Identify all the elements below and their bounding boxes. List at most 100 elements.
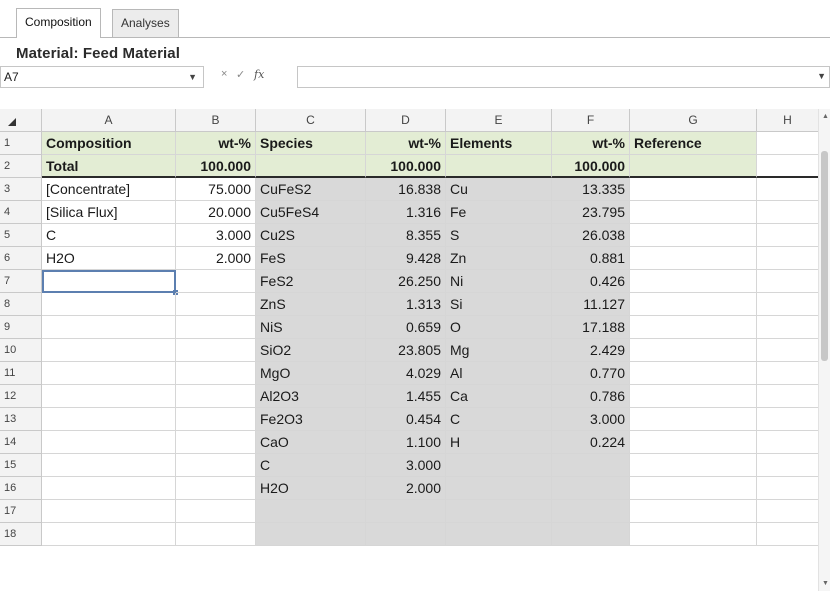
scroll-down-icon[interactable]: ▼ <box>822 580 829 587</box>
cell-a8[interactable] <box>42 293 176 316</box>
cell-h11[interactable] <box>757 362 819 385</box>
cell-b6[interactable]: 2.000 <box>176 247 256 270</box>
cell-f14[interactable]: 0.224 <box>552 431 630 454</box>
cell-d8[interactable]: 1.313 <box>366 293 446 316</box>
cell-e8[interactable]: Si <box>446 293 552 316</box>
column-header-e[interactable]: E <box>446 109 552 132</box>
cell-c11[interactable]: MgO <box>256 362 366 385</box>
cell-b18[interactable] <box>176 523 256 546</box>
cell-b8[interactable] <box>176 293 256 316</box>
cell-g5[interactable] <box>630 224 757 247</box>
cell-f12[interactable]: 0.786 <box>552 385 630 408</box>
cancel-icon[interactable]: × <box>221 68 227 80</box>
cell-d2[interactable]: 100.000 <box>366 155 446 178</box>
row-header[interactable]: 18 <box>0 523 42 546</box>
cell-c7[interactable]: FeS2 <box>256 270 366 293</box>
cell-c16[interactable]: H2O <box>256 477 366 500</box>
row-header[interactable]: 16 <box>0 477 42 500</box>
cell-c18[interactable] <box>256 523 366 546</box>
cell-d9[interactable]: 0.659 <box>366 316 446 339</box>
cell-g8[interactable] <box>630 293 757 316</box>
cell-d17[interactable] <box>366 500 446 523</box>
cell-g10[interactable] <box>630 339 757 362</box>
cell-c10[interactable]: SiO2 <box>256 339 366 362</box>
row-header[interactable]: 9 <box>0 316 42 339</box>
cell-b11[interactable] <box>176 362 256 385</box>
cell-b10[interactable] <box>176 339 256 362</box>
cell-b5[interactable]: 3.000 <box>176 224 256 247</box>
cell-f8[interactable]: 11.127 <box>552 293 630 316</box>
cell-c3[interactable]: CuFeS2 <box>256 178 366 201</box>
cell-g2[interactable] <box>630 155 757 178</box>
cell-h9[interactable] <box>757 316 819 339</box>
cell-a2[interactable]: Total <box>42 155 176 178</box>
cell-a18[interactable] <box>42 523 176 546</box>
cell-g12[interactable] <box>630 385 757 408</box>
cell-c8[interactable]: ZnS <box>256 293 366 316</box>
cell-c1[interactable]: Species <box>256 132 366 155</box>
cell-a15[interactable] <box>42 454 176 477</box>
cell-f15[interactable] <box>552 454 630 477</box>
cell-f18[interactable] <box>552 523 630 546</box>
select-all-corner[interactable] <box>0 109 42 132</box>
cell-d15[interactable]: 3.000 <box>366 454 446 477</box>
row-header[interactable]: 4 <box>0 201 42 224</box>
cell-b9[interactable] <box>176 316 256 339</box>
cell-a9[interactable] <box>42 316 176 339</box>
row-header[interactable]: 3 <box>0 178 42 201</box>
cell-d1[interactable]: wt-% <box>366 132 446 155</box>
select-all-icon[interactable] <box>8 118 16 126</box>
cell-c9[interactable]: NiS <box>256 316 366 339</box>
cell-e17[interactable] <box>446 500 552 523</box>
cell-d14[interactable]: 1.100 <box>366 431 446 454</box>
cell-d16[interactable]: 2.000 <box>366 477 446 500</box>
cell-h8[interactable] <box>757 293 819 316</box>
cell-a13[interactable] <box>42 408 176 431</box>
cell-g9[interactable] <box>630 316 757 339</box>
cell-e18[interactable] <box>446 523 552 546</box>
cell-g11[interactable] <box>630 362 757 385</box>
cell-d11[interactable]: 4.029 <box>366 362 446 385</box>
cell-d12[interactable]: 1.455 <box>366 385 446 408</box>
column-header-c[interactable]: C <box>256 109 366 132</box>
tab-analyses[interactable]: Analyses <box>112 9 179 37</box>
cell-d18[interactable] <box>366 523 446 546</box>
cell-g7[interactable] <box>630 270 757 293</box>
cell-e6[interactable]: Zn <box>446 247 552 270</box>
column-header-f[interactable]: F <box>552 109 630 132</box>
name-box[interactable]: A7 ▼ <box>0 66 204 88</box>
cell-c2[interactable] <box>256 155 366 178</box>
cell-c5[interactable]: Cu2S <box>256 224 366 247</box>
cell-e4[interactable]: Fe <box>446 201 552 224</box>
row-header[interactable]: 7 <box>0 270 42 293</box>
cell-d4[interactable]: 1.316 <box>366 201 446 224</box>
cell-d3[interactable]: 16.838 <box>366 178 446 201</box>
column-header-b[interactable]: B <box>176 109 256 132</box>
cell-c15[interactable]: C <box>256 454 366 477</box>
cell-e10[interactable]: Mg <box>446 339 552 362</box>
cell-h3[interactable] <box>757 178 819 201</box>
cell-f17[interactable] <box>552 500 630 523</box>
cell-e11[interactable]: Al <box>446 362 552 385</box>
cell-h4[interactable] <box>757 201 819 224</box>
cell-h2[interactable] <box>757 155 819 178</box>
column-header-g[interactable]: G <box>630 109 757 132</box>
cell-a7[interactable] <box>42 270 176 293</box>
cell-b13[interactable] <box>176 408 256 431</box>
scroll-up-icon[interactable]: ▲ <box>822 113 829 120</box>
expand-formula-icon[interactable]: ▼ <box>817 71 826 81</box>
row-header[interactable]: 12 <box>0 385 42 408</box>
cell-d13[interactable]: 0.454 <box>366 408 446 431</box>
cell-b14[interactable] <box>176 431 256 454</box>
cell-h1[interactable] <box>757 132 819 155</box>
cell-f10[interactable]: 2.429 <box>552 339 630 362</box>
row-header[interactable]: 11 <box>0 362 42 385</box>
row-header[interactable]: 1 <box>0 132 42 155</box>
cell-f4[interactable]: 23.795 <box>552 201 630 224</box>
cell-a17[interactable] <box>42 500 176 523</box>
cell-c13[interactable]: Fe2O3 <box>256 408 366 431</box>
cell-c6[interactable]: FeS <box>256 247 366 270</box>
cell-f2[interactable]: 100.000 <box>552 155 630 178</box>
cell-h5[interactable] <box>757 224 819 247</box>
cell-a11[interactable] <box>42 362 176 385</box>
